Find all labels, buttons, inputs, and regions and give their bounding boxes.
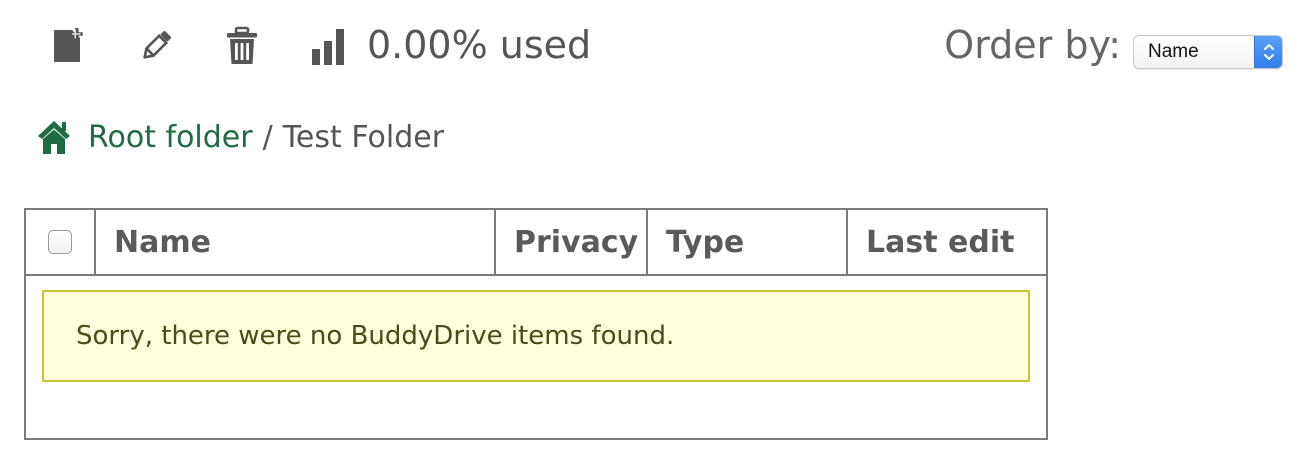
home-icon[interactable] [36, 117, 72, 157]
select-arrows-icon [1254, 36, 1282, 68]
trash-icon[interactable] [220, 24, 264, 68]
items-table: Name Privacy Type Last edit Sorry, there… [24, 208, 1048, 440]
order-by-selected-value: Name [1148, 41, 1199, 62]
breadcrumb-root-link[interactable]: Root folder [88, 120, 253, 155]
select-all-cell [26, 210, 96, 274]
empty-items-notice: Sorry, there were no BuddyDrive items fo… [42, 290, 1030, 382]
column-header-type[interactable]: Type [648, 210, 848, 274]
breadcrumb-separator: / [262, 119, 273, 155]
new-file-icon[interactable] [46, 24, 90, 68]
pencil-icon[interactable] [134, 24, 178, 68]
bar-chart-icon [308, 24, 352, 68]
column-header-name[interactable]: Name [96, 210, 496, 274]
order-by-select[interactable]: Name [1133, 35, 1283, 69]
order-by-label: Order by: [944, 23, 1121, 67]
select-all-checkbox[interactable] [48, 230, 72, 254]
quota-usage-text: 0.00% used [367, 23, 592, 67]
column-header-last-edit[interactable]: Last edit [848, 210, 1046, 274]
breadcrumb-current-folder: Test Folder [282, 119, 445, 155]
breadcrumb: Root folder / Test Folder [36, 114, 444, 160]
toolbar: 0.00% used Order by: Name [0, 0, 1302, 92]
column-header-privacy[interactable]: Privacy [496, 210, 648, 274]
table-header-row: Name Privacy Type Last edit [26, 210, 1046, 276]
